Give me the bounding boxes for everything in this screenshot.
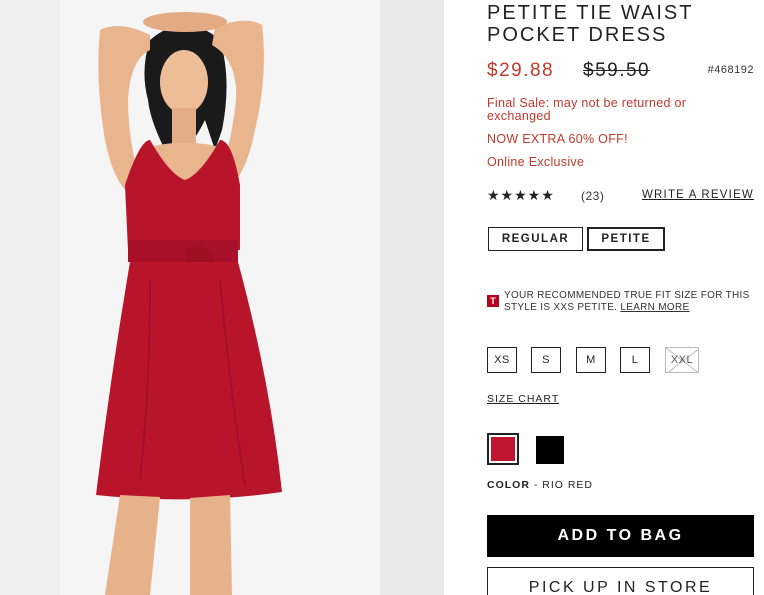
product-sku: #468192: [707, 64, 754, 76]
rio-red-swatch-fill: [491, 437, 515, 461]
size-s-button[interactable]: S: [531, 347, 561, 373]
write-review-link[interactable]: WRITE A REVIEW: [642, 189, 754, 201]
color-label-value: RIO RED: [542, 479, 594, 491]
promo-extra-discount: NOW EXTRA 60% OFF!: [487, 132, 628, 146]
size-xxl-label: XXL: [670, 354, 694, 366]
product-image[interactable]: [0, 0, 444, 595]
final-sale-note: Final Sale: may not be returned or excha…: [487, 96, 687, 123]
selected-color-label: COLOR - RIO RED: [487, 479, 593, 491]
fit-regular-button[interactable]: REGULAR: [488, 227, 583, 251]
price-row: $29.88 $59.50 #468192: [487, 60, 754, 84]
color-swatch-black[interactable]: [536, 436, 564, 464]
add-to-bag-button[interactable]: ADD TO BAG: [487, 515, 754, 557]
pick-up-in-store-button[interactable]: PICK UP IN STORE: [487, 567, 754, 595]
online-exclusive-label: Online Exclusive: [487, 155, 585, 169]
product-title: PETITE TIE WAIST POCKET DRESS: [487, 2, 694, 46]
size-xs-button[interactable]: XS: [487, 347, 517, 373]
color-label-heading: COLOR: [487, 479, 530, 491]
sale-price: $29.88: [487, 60, 555, 81]
fit-petite-button[interactable]: PETITE: [587, 227, 665, 251]
size-chart-link[interactable]: SIZE CHART: [487, 393, 559, 405]
true-fit-text: YOUR RECOMMENDED TRUE FIT SIZE FOR THIS …: [504, 290, 754, 314]
true-fit-icon: T: [487, 295, 499, 307]
size-l-button[interactable]: L: [620, 347, 650, 373]
color-label-separator: -: [529, 479, 543, 491]
learn-more-link[interactable]: LEARN MORE: [620, 302, 689, 313]
review-count[interactable]: (23): [581, 189, 604, 203]
color-swatch-rio-red[interactable]: [487, 433, 519, 465]
rating-row: ★★★★★ (23) WRITE A REVIEW: [487, 187, 754, 205]
size-xxl-button-unavailable[interactable]: XXL: [665, 347, 699, 373]
star-rating-icon[interactable]: ★★★★★: [487, 187, 555, 204]
original-price: $59.50: [583, 60, 651, 81]
true-fit-recommendation: T YOUR RECOMMENDED TRUE FIT SIZE FOR THI…: [487, 290, 754, 320]
model-photo: [0, 0, 444, 595]
size-m-button[interactable]: M: [576, 347, 606, 373]
